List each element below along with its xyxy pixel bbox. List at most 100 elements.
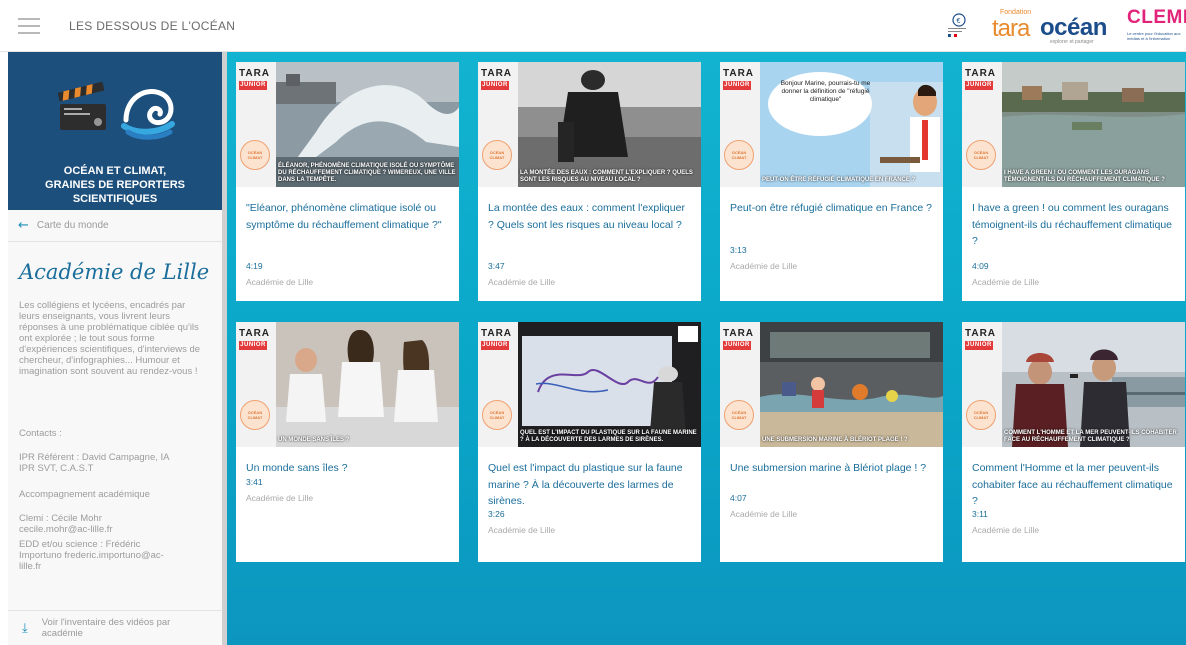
ocean-wordmark: océan: [1040, 14, 1107, 41]
video-thumbnail[interactable]: TARA JUNIOR OCÉAN CLIMAT QUEL EST L'IMPA…: [478, 322, 701, 447]
video-duration: 4:09: [972, 261, 989, 271]
video-source: Académie de Lille: [972, 277, 1040, 287]
thumbnail-caption: COMMENT L'HOMME ET LA MER PEUVENT-ILS CO…: [1004, 430, 1177, 443]
tara-label: TARA: [239, 68, 271, 79]
ministry-logo-icon: €: [948, 13, 966, 38]
accompagnement-label: Accompagnement académique: [19, 489, 150, 500]
thumbnail-caption: ÉLÉANOR, PHÉNOMÈNE CLIMATIQUE ISOLÉ OU S…: [278, 163, 456, 183]
clemi-wordmark: CLEMI: [1127, 7, 1186, 28]
stamp-label: OCÉAN CLIMAT: [973, 150, 989, 160]
stamp-label: OCÉAN CLIMAT: [489, 410, 505, 420]
edd-contact: EDD et/ou science : Frédéric Importuno f…: [19, 539, 164, 572]
video-duration: 4:07: [730, 493, 747, 503]
video-source: Académie de Lille: [488, 525, 556, 535]
clemi-contact: Clemi : Cécile Mohr cecile.mohr@ac-lille…: [19, 513, 113, 535]
video-duration: 3:11: [972, 509, 988, 519]
video-card[interactable]: TARA JUNIOR OCÉAN CLIMAT LA MONTÉE DES E…: [478, 62, 701, 301]
video-duration: 3:13: [730, 245, 747, 255]
junior-label: JUNIOR: [966, 342, 992, 348]
clemi-tagline: Le centre pour l'éducation aux médias et…: [1127, 31, 1181, 41]
video-source: Académie de Lille: [730, 261, 798, 271]
arrow-left-icon: ←: [18, 218, 29, 233]
video-thumbnail[interactable]: TARA JUNIOR OCÉAN CLIMAT I HAVE A GREEN …: [962, 62, 1185, 187]
video-thumbnail[interactable]: TARA JUNIOR OCÉAN CLIMAT ÉLÉANOR, PHÉNOM…: [236, 62, 459, 187]
sidebar-banner: OCÉAN ET CLIMAT, GRAINES DE REPORTERS SC…: [8, 52, 222, 210]
stamp-label: OCÉAN CLIMAT: [489, 150, 505, 160]
svg-text:€: €: [957, 18, 961, 25]
video-thumbnail[interactable]: TARA JUNIOR OCÉAN CLIMAT UN MONDE SANS Î…: [236, 322, 459, 447]
video-title[interactable]: Une submersion marine à Blériot plage ! …: [730, 460, 935, 477]
video-title[interactable]: "Eléanor, phénomène climatique isolé ou …: [246, 200, 451, 233]
inventory-link[interactable]: ⤓ Voir l'inventaire des vidéos par acadé…: [8, 610, 222, 645]
stamp-label: OCÉAN CLIMAT: [247, 410, 263, 420]
back-to-map-link[interactable]: ← Carte du monde: [8, 210, 222, 242]
video-thumbnail[interactable]: TARA JUNIOR OCÉAN CLIMAT UNE SUBMERSION …: [720, 322, 943, 447]
banner-title-line2: GRAINES DE REPORTERS SCIENTIFIQUES: [45, 179, 185, 205]
video-title[interactable]: Peut-on être réfugié climatique en Franc…: [730, 200, 935, 217]
plastic-presentation-image: [518, 322, 701, 447]
clapperboard-icon: [58, 82, 106, 130]
video-card[interactable]: TARA JUNIOR OCÉAN CLIMAT ÉLÉANOR, PHÉNOM…: [236, 62, 459, 301]
thumbnail-caption: LA MONTÉE DES EAUX : COMMENT L'EXPLIQUER…: [520, 170, 693, 183]
stamp-label: OCÉAN CLIMAT: [973, 410, 989, 420]
banner-title: OCÉAN ET CLIMAT, GRAINES DE REPORTERS SC…: [8, 164, 222, 206]
video-card[interactable]: TARA JUNIOR OCÉAN CLIMAT I HAVE A GREEN …: [962, 62, 1185, 301]
video-title[interactable]: Comment l'Homme et la mer peuvent-ils co…: [972, 460, 1177, 510]
tara-label: TARA: [723, 328, 755, 339]
stamp-label: OCÉAN CLIMAT: [731, 150, 747, 160]
junior-label: JUNIOR: [724, 82, 750, 88]
tara-wordmark: tara: [992, 15, 1030, 42]
junior-label: JUNIOR: [482, 342, 508, 348]
top-header: LES DESSOUS DE L'OCÉAN € Fondation tara …: [0, 0, 1186, 52]
thumbnail-caption: PEUT-ON ÊTRE RÉFUGIÉ CLIMATIQUE EN FRANC…: [762, 177, 916, 183]
video-title[interactable]: Un monde sans îles ?: [246, 460, 451, 477]
banner-title-line1: OCÉAN ET CLIMAT,: [63, 165, 167, 177]
video-card[interactable]: TARA JUNIOR OCÉAN CLIMAT UN MONDE SANS Î…: [236, 322, 459, 562]
menu-icon[interactable]: [18, 18, 40, 34]
junior-label: JUNIOR: [240, 82, 266, 88]
video-duration: 4:19: [246, 261, 263, 271]
video-duration: 3:26: [488, 509, 505, 519]
site-title[interactable]: LES DESSOUS DE L'OCÉAN: [69, 19, 235, 33]
academie-description: Les collégiens et lycéens, encadrés par …: [19, 300, 201, 377]
video-source: Académie de Lille: [730, 509, 798, 519]
stamp-label: OCÉAN CLIMAT: [247, 150, 263, 160]
video-card[interactable]: TARA JUNIOR OCÉAN CLIMAT UNE SUBMERSION …: [720, 322, 943, 562]
video-source: Académie de Lille: [246, 493, 314, 503]
toy-beach-model-image: [760, 322, 943, 447]
download-icon: ⤓: [22, 620, 28, 636]
tara-label: TARA: [965, 68, 997, 79]
thumbnail-caption: UN MONDE SANS ÎLES ?: [278, 437, 350, 443]
video-thumbnail[interactable]: TARA JUNIOR OCÉAN CLIMAT COMMENT L'HOMME…: [962, 322, 1185, 447]
students-lab-image: [276, 322, 459, 447]
video-card[interactable]: Bonjour Marine, pourrais-tu me donner la…: [720, 62, 943, 301]
video-title[interactable]: La montée des eaux : comment l'expliquer…: [488, 200, 693, 233]
junior-label: JUNIOR: [724, 342, 750, 348]
junior-label: JUNIOR: [966, 82, 992, 88]
junior-label: JUNIOR: [240, 342, 266, 348]
thumbnail-caption: QUEL EST L'IMPACT DU PLASTIQUE SUR LA FA…: [520, 430, 697, 443]
sidebar: OCÉAN ET CLIMAT, GRAINES DE REPORTERS SC…: [8, 52, 222, 645]
tara-label: TARA: [481, 328, 513, 339]
back-link-label: Carte du monde: [36, 220, 109, 231]
video-card[interactable]: TARA JUNIOR OCÉAN CLIMAT COMMENT L'HOMME…: [962, 322, 1185, 562]
tara-ocean-logo[interactable]: Fondation tara océan explorer et partage…: [992, 8, 1114, 45]
interview-seafront-image: [1002, 322, 1185, 447]
tara-label: TARA: [481, 68, 513, 79]
video-source: Académie de Lille: [246, 277, 314, 287]
video-source: Académie de Lille: [488, 277, 556, 287]
video-title[interactable]: I have a green ! ou comment les ouragans…: [972, 200, 1177, 250]
tara-label: TARA: [239, 328, 271, 339]
man-at-shore-image: [518, 62, 701, 187]
video-thumbnail[interactable]: TARA JUNIOR OCÉAN CLIMAT LA MONTÉE DES E…: [478, 62, 701, 187]
inventory-link-label: Voir l'inventaire des vidéos par académi…: [41, 617, 171, 639]
video-duration: 3:41: [246, 477, 263, 487]
contacts-heading: Contacts :: [19, 428, 62, 439]
junior-label: JUNIOR: [482, 82, 508, 88]
video-card[interactable]: TARA JUNIOR OCÉAN CLIMAT QUEL EST L'IMPA…: [478, 322, 701, 562]
video-thumbnail[interactable]: Bonjour Marine, pourrais-tu me donner la…: [720, 62, 943, 187]
clemi-logo[interactable]: CLEMI Le centre pour l'éducation aux méd…: [1127, 7, 1186, 45]
stamp-label: OCÉAN CLIMAT: [731, 410, 747, 420]
speech-bubble-text: Bonjour Marine, pourrais-tu me donner la…: [780, 80, 871, 103]
video-title[interactable]: Quel est l'impact du plastique sur la fa…: [488, 460, 693, 510]
